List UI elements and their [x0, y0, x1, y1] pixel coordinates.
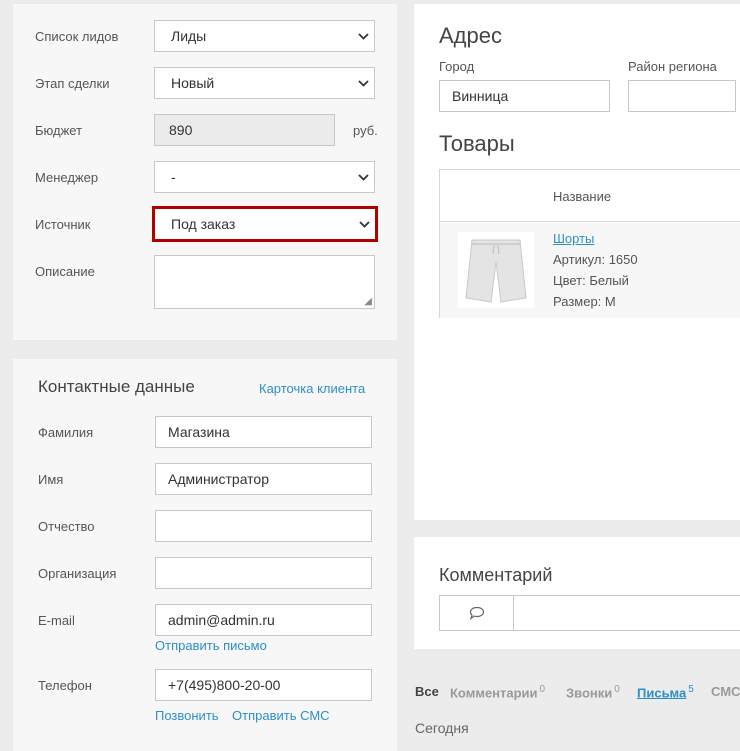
chevron-down-icon [352, 162, 374, 192]
patronymic-label: Отчество [38, 519, 95, 534]
comment-input-box [439, 595, 740, 631]
comment-text-input[interactable] [515, 596, 740, 630]
budget-value: 890 [169, 122, 193, 138]
leads-list-label: Список лидов [35, 29, 119, 44]
org-label: Организация [38, 566, 117, 581]
org-input[interactable] [155, 557, 372, 589]
products-title: Товары [439, 131, 515, 156]
comment-title: Комментарий [439, 565, 553, 585]
description-label: Описание [35, 264, 95, 279]
budget-currency: руб. [353, 123, 378, 138]
stage-label: Этап сделки [35, 76, 110, 91]
product-size: Размер: M [553, 294, 616, 309]
column-header-name: Название [553, 189, 612, 204]
comment-panel: Комментарий [414, 537, 740, 649]
tab-calls[interactable]: Звонки 0 [566, 684, 620, 700]
firstname-value: Администратор [168, 471, 270, 487]
tab-all[interactable]: Все [415, 684, 439, 699]
description-textarea[interactable]: ◢ [154, 255, 375, 309]
tab-letters-count: 5 [688, 684, 694, 695]
email-label: E-mail [38, 613, 75, 628]
stage-select[interactable]: Новый [154, 67, 375, 99]
comment-type-button[interactable] [440, 596, 514, 630]
lastname-label: Фамилия [38, 425, 94, 440]
product-name-link[interactable]: Шорты [553, 231, 594, 246]
city-label: Город [439, 59, 475, 74]
client-card-link[interactable]: Карточка клиента [259, 381, 365, 396]
tab-comments-count: 0 [539, 684, 546, 695]
tab-comments-label: Комментарии [450, 685, 538, 701]
email-value: admin@admin.ru [168, 612, 275, 628]
source-select[interactable]: Под заказ [152, 206, 378, 242]
products-table-header: Название [440, 170, 740, 222]
firstname-label: Имя [38, 472, 64, 487]
email-input[interactable]: admin@admin.ru [155, 604, 372, 636]
budget-label: Бюджет [35, 123, 83, 138]
region-input[interactable] [628, 80, 736, 112]
tab-calls-label: Звонки [566, 685, 613, 701]
phone-label: Телефон [38, 678, 92, 693]
speech-bubble-icon [469, 606, 484, 620]
chevron-down-icon [353, 209, 375, 239]
leads-list-value: Лиды [171, 28, 207, 44]
product-thumbnail[interactable] [458, 232, 534, 308]
source-value: Под заказ [171, 216, 236, 232]
history-date-today: Сегодня [415, 720, 469, 736]
lastname-input[interactable]: Магазина [155, 416, 372, 448]
deal-panel: Список лидов Лиды Этап сделки Новый Бюдж… [13, 4, 397, 340]
stage-value: Новый [171, 75, 215, 91]
resize-handle-icon[interactable]: ◢ [364, 296, 372, 307]
chevron-down-icon [352, 21, 374, 51]
call-link[interactable]: Позвонить [155, 708, 219, 723]
phone-input[interactable]: +7(495)800-20-00 [155, 669, 372, 701]
leads-list-select[interactable]: Лиды [154, 20, 375, 52]
address-products-panel: Адрес Город Винница Район региона Товары… [414, 4, 740, 520]
region-label: Район региона [628, 59, 717, 74]
tab-calls-count: 0 [614, 684, 620, 695]
product-color: Цвет: Белый [553, 273, 629, 288]
firstname-input[interactable]: Администратор [155, 463, 372, 495]
source-label: Источник [35, 217, 91, 232]
tab-letters-label: Письма [637, 685, 687, 701]
tab-comments[interactable]: Комментарии 0 [450, 684, 545, 700]
budget-input[interactable]: 890 [154, 114, 335, 146]
send-mail-link[interactable]: Отправить письмо [155, 638, 267, 653]
phone-value: +7(495)800-20-00 [168, 677, 281, 693]
city-input[interactable]: Винница [439, 80, 610, 112]
tab-letters[interactable]: Письма 5 [637, 684, 694, 700]
patronymic-input[interactable] [155, 510, 372, 542]
lastname-value: Магазина [168, 424, 230, 440]
send-sms-link[interactable]: Отправить СМС [232, 708, 330, 723]
tab-sms[interactable]: СМС [711, 684, 740, 699]
address-title: Адрес [439, 23, 502, 48]
city-value: Винница [452, 88, 509, 104]
table-row: Шорты Артикул: 1650 Цвет: Белый Размер: … [440, 223, 740, 318]
products-table: Название Шорты Артикул: 1650 Цвет: Белый… [439, 169, 740, 318]
manager-label: Менеджер [35, 170, 99, 185]
manager-select[interactable]: - [154, 161, 375, 193]
manager-value: - [171, 169, 176, 185]
chevron-down-icon [352, 68, 374, 98]
contacts-title: Контактные данные [38, 377, 195, 396]
product-article: Артикул: 1650 [553, 252, 638, 267]
contacts-panel: Контактные данные Карточка клиента Фамил… [13, 359, 397, 751]
